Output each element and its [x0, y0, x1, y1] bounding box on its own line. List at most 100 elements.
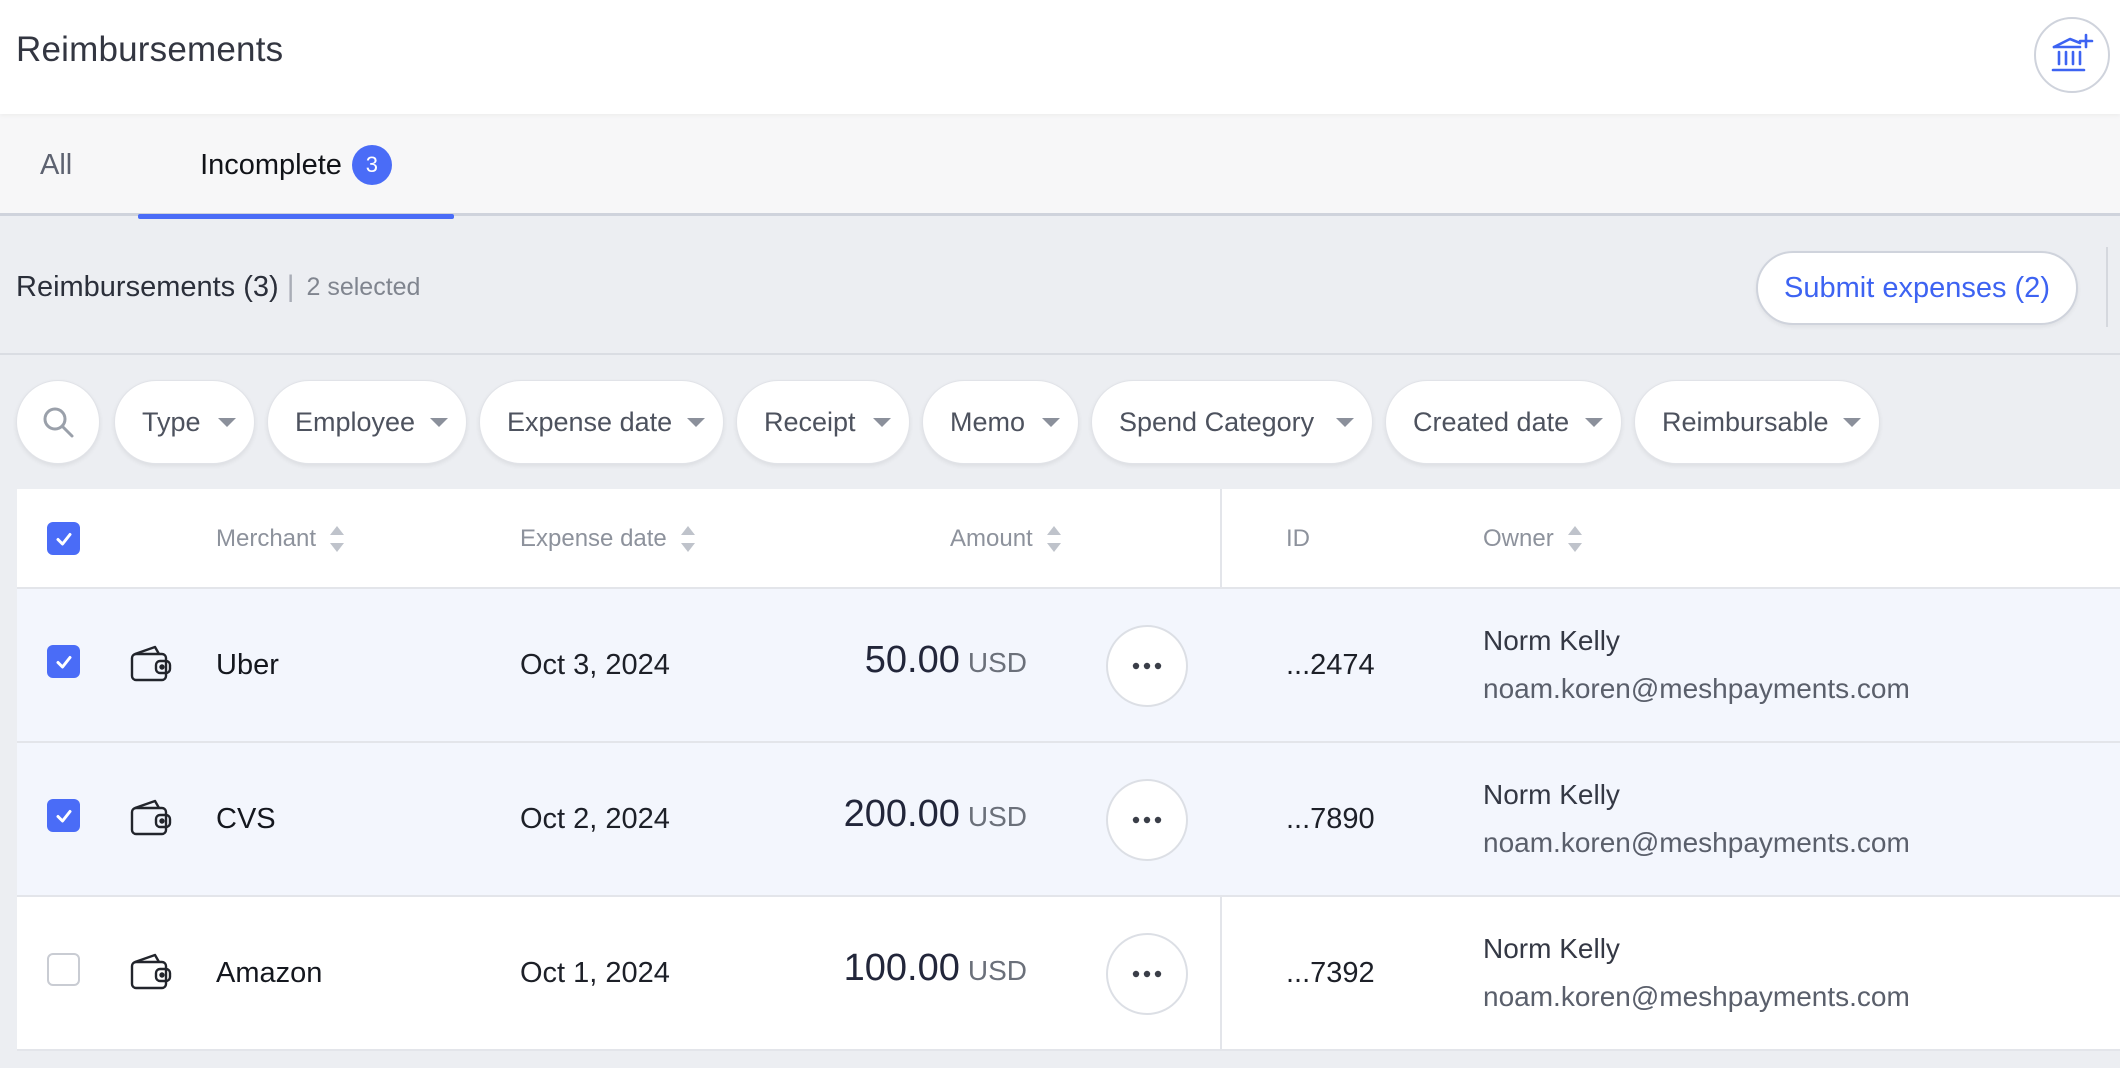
- incomplete-count-badge: 3: [351, 145, 392, 185]
- row-checkbox[interactable]: [47, 645, 80, 678]
- column-header-merchant[interactable]: Merchant: [216, 525, 345, 553]
- page-title: Reimbursements: [16, 30, 284, 69]
- expense-id: ...7392: [1286, 957, 1375, 989]
- filter-label: Created date: [1413, 406, 1570, 437]
- tab-all-label: All: [40, 148, 73, 181]
- owner-email: noam.koren@meshpayments.com: [1483, 827, 1910, 858]
- more-actions-button[interactable]: [1106, 625, 1188, 707]
- select-all-checkbox[interactable]: [47, 522, 80, 555]
- expense-id: ...7890: [1286, 803, 1375, 835]
- sort-icon: [1046, 525, 1061, 553]
- search-button[interactable]: [16, 380, 100, 464]
- more-horizontal-icon: [1132, 970, 1162, 978]
- table-header: Merchant Expense date Amount ID Owner: [17, 489, 2120, 589]
- amount-currency: USD: [967, 955, 1027, 986]
- amount-value: 50.00: [864, 639, 960, 681]
- owner-email: noam.koren@meshpayments.com: [1483, 673, 1910, 704]
- expense-id: ...2474: [1286, 649, 1375, 681]
- checkmark-icon: [56, 532, 71, 545]
- column-label: Expense date: [520, 525, 667, 552]
- checkmark-icon: [56, 809, 71, 822]
- sort-icon: [1567, 525, 1582, 553]
- search-icon: [43, 407, 74, 438]
- owner-name: Norm Kelly: [1483, 625, 1620, 656]
- checkmark-icon: [56, 655, 71, 668]
- filter-label: Type: [142, 406, 201, 437]
- filter-label: Reimbursable: [1662, 406, 1829, 437]
- merchant-name: CVS: [216, 803, 276, 835]
- column-label: Merchant: [216, 525, 317, 552]
- expense-date: Oct 3, 2024: [520, 649, 670, 681]
- filter-label: Memo: [950, 406, 1026, 437]
- expense-date: Oct 1, 2024: [520, 957, 670, 989]
- wallet-icon: [130, 799, 172, 836]
- list-heading: Reimbursements (3) | 2 selected: [16, 270, 420, 304]
- chevron-down-icon: [218, 418, 236, 427]
- amount: 100.00 USD: [844, 947, 1027, 990]
- column-header-expense-date[interactable]: Expense date: [520, 525, 695, 553]
- owner-name: Norm Kelly: [1483, 933, 1620, 964]
- amount-value: 200.00: [843, 793, 960, 835]
- wallet-icon: [130, 645, 172, 682]
- table-row[interactable]: CVS Oct 2, 2024 200.00 USD ...7890 Norm …: [17, 743, 2120, 897]
- column-header-amount[interactable]: Amount: [950, 525, 1061, 553]
- chevron-down-icon: [873, 418, 891, 427]
- column-label: Amount: [950, 525, 1033, 552]
- filter-type[interactable]: Type: [114, 380, 255, 464]
- merchant-name: Uber: [216, 649, 279, 681]
- chevron-down-icon: [1042, 418, 1060, 427]
- list-toolbar: Reimbursements (3) | 2 selected Submit e…: [0, 217, 2120, 355]
- add-bank-account-button[interactable]: [2034, 17, 2110, 93]
- filter-reimbursable[interactable]: Reimbursable: [1634, 380, 1880, 464]
- sort-icon: [330, 525, 345, 553]
- list-title: Reimbursements (3): [16, 270, 279, 303]
- chevron-down-icon: [1585, 418, 1603, 427]
- chevron-down-icon: [1336, 418, 1354, 427]
- amount-currency: USD: [967, 647, 1027, 678]
- row-checkbox[interactable]: [47, 799, 80, 832]
- amount: 200.00 USD: [844, 793, 1027, 836]
- column-label: ID: [1286, 525, 1310, 552]
- submit-expenses-button[interactable]: Submit expenses (2): [1756, 251, 2078, 325]
- more-actions-button[interactable]: [1106, 779, 1188, 861]
- top-header: Reimbursements: [0, 0, 2120, 114]
- wallet-icon: [130, 953, 172, 990]
- column-header-id: ID: [1286, 525, 1310, 553]
- amount-currency: USD: [967, 801, 1027, 832]
- filter-employee[interactable]: Employee: [267, 380, 467, 464]
- column-header-owner[interactable]: Owner: [1483, 525, 1582, 553]
- merchant-name: Amazon: [216, 957, 323, 989]
- heading-separator: |: [286, 270, 295, 303]
- owner-name: Norm Kelly: [1483, 779, 1620, 810]
- filter-spend-category[interactable]: Spend Category: [1091, 380, 1373, 464]
- bank-plus-icon: [2051, 33, 2094, 72]
- filter-label: Expense date: [507, 406, 673, 437]
- tab-incomplete[interactable]: Incomplete 3: [138, 114, 454, 219]
- chevron-down-icon: [687, 418, 705, 427]
- filter-expense-date[interactable]: Expense date: [479, 380, 724, 464]
- amount: 50.00 USD: [865, 639, 1027, 682]
- sort-icon: [680, 525, 695, 553]
- table-row[interactable]: Amazon Oct 1, 2024 100.00 USD ...7392 No…: [17, 897, 2120, 1051]
- tab-all[interactable]: All: [40, 114, 72, 216]
- filter-memo[interactable]: Memo: [922, 380, 1079, 464]
- filter-label: Receipt: [764, 406, 856, 437]
- reimbursements-table: Merchant Expense date Amount ID Owner Ub…: [17, 489, 2120, 1051]
- chevron-down-icon: [1843, 418, 1861, 427]
- amount-value: 100.00: [843, 947, 960, 989]
- table-row[interactable]: Uber Oct 3, 2024 50.00 USD ...2474 Norm …: [17, 589, 2120, 743]
- tab-incomplete-label: Incomplete: [200, 148, 342, 181]
- column-label: Owner: [1483, 525, 1554, 552]
- filter-created-date[interactable]: Created date: [1385, 380, 1622, 464]
- row-checkbox[interactable]: [47, 953, 80, 986]
- filter-label: Spend Category: [1119, 406, 1315, 437]
- more-horizontal-icon: [1132, 662, 1162, 670]
- toolbar-divider: [2106, 247, 2108, 327]
- tab-bar: All Incomplete 3: [0, 114, 2120, 219]
- filter-label: Employee: [295, 406, 416, 437]
- chevron-down-icon: [430, 418, 448, 427]
- owner-email: noam.koren@meshpayments.com: [1483, 981, 1910, 1012]
- more-actions-button[interactable]: [1106, 933, 1188, 1015]
- filter-receipt[interactable]: Receipt: [736, 380, 910, 464]
- expense-date: Oct 2, 2024: [520, 803, 670, 835]
